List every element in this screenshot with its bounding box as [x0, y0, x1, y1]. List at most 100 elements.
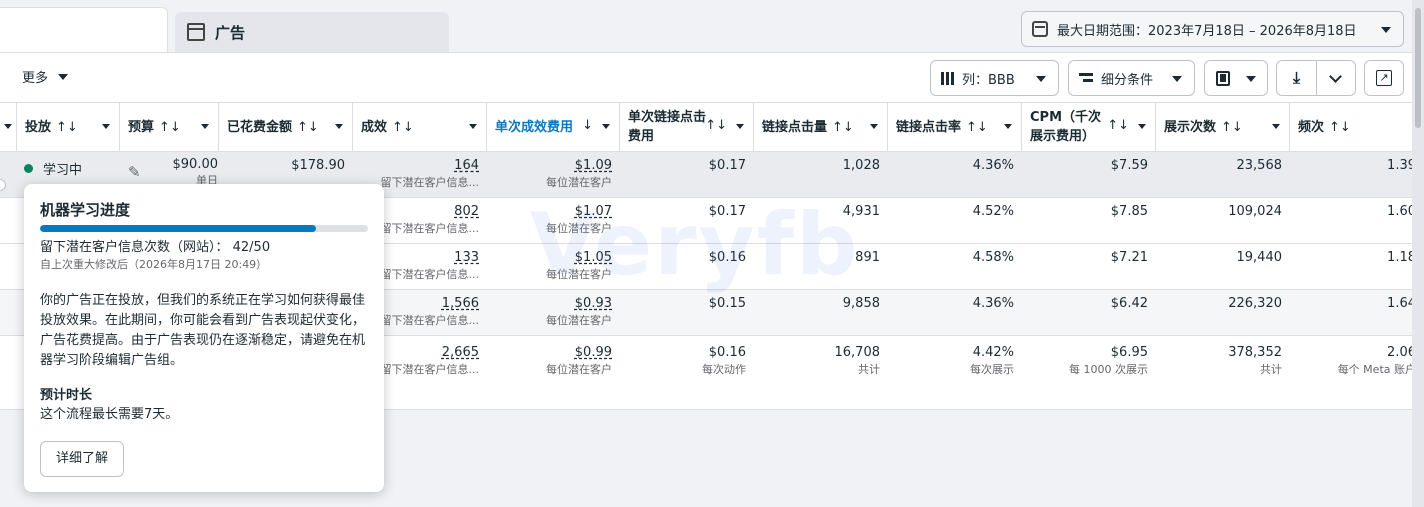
- impressions-cell: 23,568: [1156, 152, 1290, 197]
- sort-icon[interactable]: ↑↓: [297, 120, 319, 135]
- frequency-value: 1.39: [1387, 158, 1412, 173]
- duration-title: 预计时长: [40, 388, 93, 403]
- tab-adsets[interactable]: [0, 7, 168, 52]
- popover-description: 你的广告正在投放，但我们的系统正在学习如何获得最佳投放效果。在此期间，你可能会看…: [40, 293, 366, 368]
- link-clicks-cell: 9,858: [754, 290, 888, 335]
- cost-per-result-value: $1.07: [574, 204, 612, 219]
- cost-per-result-cell[interactable]: $1.05 每位潜在客户: [487, 244, 620, 289]
- link-clicks-value: 4,931: [842, 204, 880, 219]
- sort-icon[interactable]: ↑↓: [705, 118, 727, 133]
- ctr-cell: 4.36%: [888, 152, 1022, 197]
- scrollbar-thumb[interactable]: [1415, 8, 1421, 128]
- header-frequency[interactable]: 频次 ↑↓: [1290, 103, 1412, 151]
- cost-per-result-cell[interactable]: $0.93 每位潜在客户: [487, 290, 620, 335]
- cost-per-result-cell[interactable]: $1.09 每位潜在客户: [487, 152, 620, 197]
- header-delivery[interactable]: 投放 ↑↓: [17, 103, 120, 151]
- frequency-unit: 每个 Meta 账户: [1337, 363, 1412, 376]
- learning-count: 留下潜在客户信息次数（网站）： 42/50: [40, 240, 271, 255]
- impressions-value: 378,352: [1228, 345, 1282, 360]
- header-results[interactable]: 成效 ↑↓: [353, 103, 487, 151]
- cpc-value: $0.15: [708, 296, 746, 311]
- row-checkbox[interactable]: [0, 179, 6, 191]
- popover-title: 机器学习进度: [40, 201, 131, 219]
- link-clicks-value: 1,028: [842, 158, 880, 173]
- frequency-cell: 1.64: [1290, 290, 1412, 335]
- impressions-cell: 378,352 共计: [1156, 336, 1290, 409]
- chevron-down-icon[interactable]: [335, 124, 343, 129]
- frequency-value: 1.60: [1387, 204, 1412, 219]
- tab-ads[interactable]: 广告: [175, 12, 449, 52]
- header-amount-spent[interactable]: 已花费金额 ↑↓: [219, 103, 353, 151]
- sort-icon[interactable]: ↑↓: [1107, 118, 1129, 133]
- header-cell-prev[interactable]: [0, 103, 17, 151]
- chevron-down-icon[interactable]: [102, 124, 110, 129]
- chevron-down-icon: [1381, 27, 1391, 33]
- cost-per-result-cell[interactable]: $0.99 每位潜在客户: [487, 336, 620, 409]
- chevron-down-icon[interactable]: [870, 124, 878, 129]
- columns-button[interactable]: 列：BBB: [930, 60, 1059, 96]
- header-cpc[interactable]: 单次链接点击费用 ↑↓: [620, 103, 754, 151]
- chevron-down-icon[interactable]: [1138, 124, 1146, 129]
- header-cost-per-result[interactable]: 单次成效费用 ↓: [487, 103, 620, 151]
- cost-per-result-cell[interactable]: $1.07 每位潜在客户: [487, 198, 620, 243]
- learn-more-button[interactable]: 详细了解: [40, 441, 125, 477]
- ctr-cell: 4.58%: [888, 244, 1022, 289]
- chevron-down-icon[interactable]: [469, 124, 477, 129]
- impressions-value: 109,024: [1228, 204, 1282, 219]
- header-cpm[interactable]: CPM（千次展示费用） ↑↓: [1022, 103, 1156, 151]
- header-budget[interactable]: 预算 ↑↓: [120, 103, 219, 151]
- sort-icon[interactable]: ↑↓: [392, 120, 414, 135]
- ctr-value: 4.36%: [972, 296, 1014, 311]
- date-range-button[interactable]: 最大日期范围：2023年7月18日 – 2026年8月18日: [1021, 11, 1404, 47]
- ctr-value: 4.52%: [972, 204, 1014, 219]
- chevron-down-icon[interactable]: [736, 124, 744, 129]
- chevron-down-icon[interactable]: [602, 124, 610, 129]
- export-button[interactable]: ⤓: [1277, 61, 1316, 95]
- sort-icon[interactable]: ↑↓: [159, 120, 181, 135]
- sort-icon[interactable]: ↑↓: [56, 120, 78, 135]
- sort-icon[interactable]: ↑↓: [966, 120, 988, 135]
- cpc-cell: $0.15: [620, 290, 754, 335]
- link-clicks-cell: 1,028: [754, 152, 888, 197]
- header-link-clicks[interactable]: 链接点击量 ↑↓: [754, 103, 888, 151]
- export-options-button[interactable]: [1315, 61, 1355, 95]
- impressions-cell: 19,440: [1156, 244, 1290, 289]
- cost-per-result-value: $1.09: [574, 158, 612, 173]
- header-impressions[interactable]: 展示次数 ↑↓: [1156, 103, 1290, 151]
- sort-icon[interactable]: ↑↓: [832, 120, 854, 135]
- vertical-scrollbar[interactable]: [1412, 0, 1424, 507]
- cpm-cell: $7.85: [1022, 198, 1156, 243]
- reports-button[interactable]: [1204, 60, 1268, 96]
- reports-icon: [1216, 70, 1230, 86]
- cpc-cell: $0.17: [620, 198, 754, 243]
- ctr-cell: 4.36%: [888, 290, 1022, 335]
- cpc-cell: $0.16 每次动作: [620, 336, 754, 409]
- edit-pencil-icon[interactable]: ✎: [128, 163, 141, 181]
- chevron-down-icon: [1246, 76, 1256, 82]
- cpm-value: $7.59: [1110, 158, 1148, 173]
- chevron-down-icon[interactable]: [1004, 124, 1012, 129]
- cpc-value: $0.16: [708, 250, 746, 265]
- delivery-status: 学习中: [24, 159, 82, 178]
- chevron-down-icon[interactable]: [201, 124, 209, 129]
- cost-per-result-value: $0.93: [574, 296, 612, 311]
- learning-progress-fill: [40, 225, 316, 232]
- breakdown-button[interactable]: 细分条件: [1068, 60, 1195, 96]
- status-dot-icon: [24, 164, 33, 173]
- cpm-cell: $6.95 每 1000 次展示: [1022, 336, 1156, 409]
- cpm-value: $6.95: [1110, 345, 1148, 360]
- chevron-down-icon[interactable]: [1272, 124, 1280, 129]
- columns-label: 列：BBB: [962, 72, 1015, 88]
- charts-button[interactable]: ↗: [1364, 60, 1404, 96]
- chevron-down-icon: [4, 124, 12, 129]
- cpc-value: $0.17: [708, 204, 746, 219]
- cost-per-result-unit: 每位潜在客户: [546, 222, 612, 235]
- header-ctr[interactable]: 链接点击率 ↑↓: [888, 103, 1022, 151]
- frequency-cell: 1.60: [1290, 198, 1412, 243]
- cost-per-result-unit: 每位潜在客户: [546, 363, 612, 376]
- more-button[interactable]: 更多: [22, 67, 69, 86]
- trend-chart-icon: ↗: [1376, 70, 1392, 86]
- sort-icon[interactable]: ↑↓: [1221, 120, 1243, 135]
- sort-icon[interactable]: ↑↓: [1329, 120, 1351, 135]
- sort-icon[interactable]: ↓: [582, 118, 593, 133]
